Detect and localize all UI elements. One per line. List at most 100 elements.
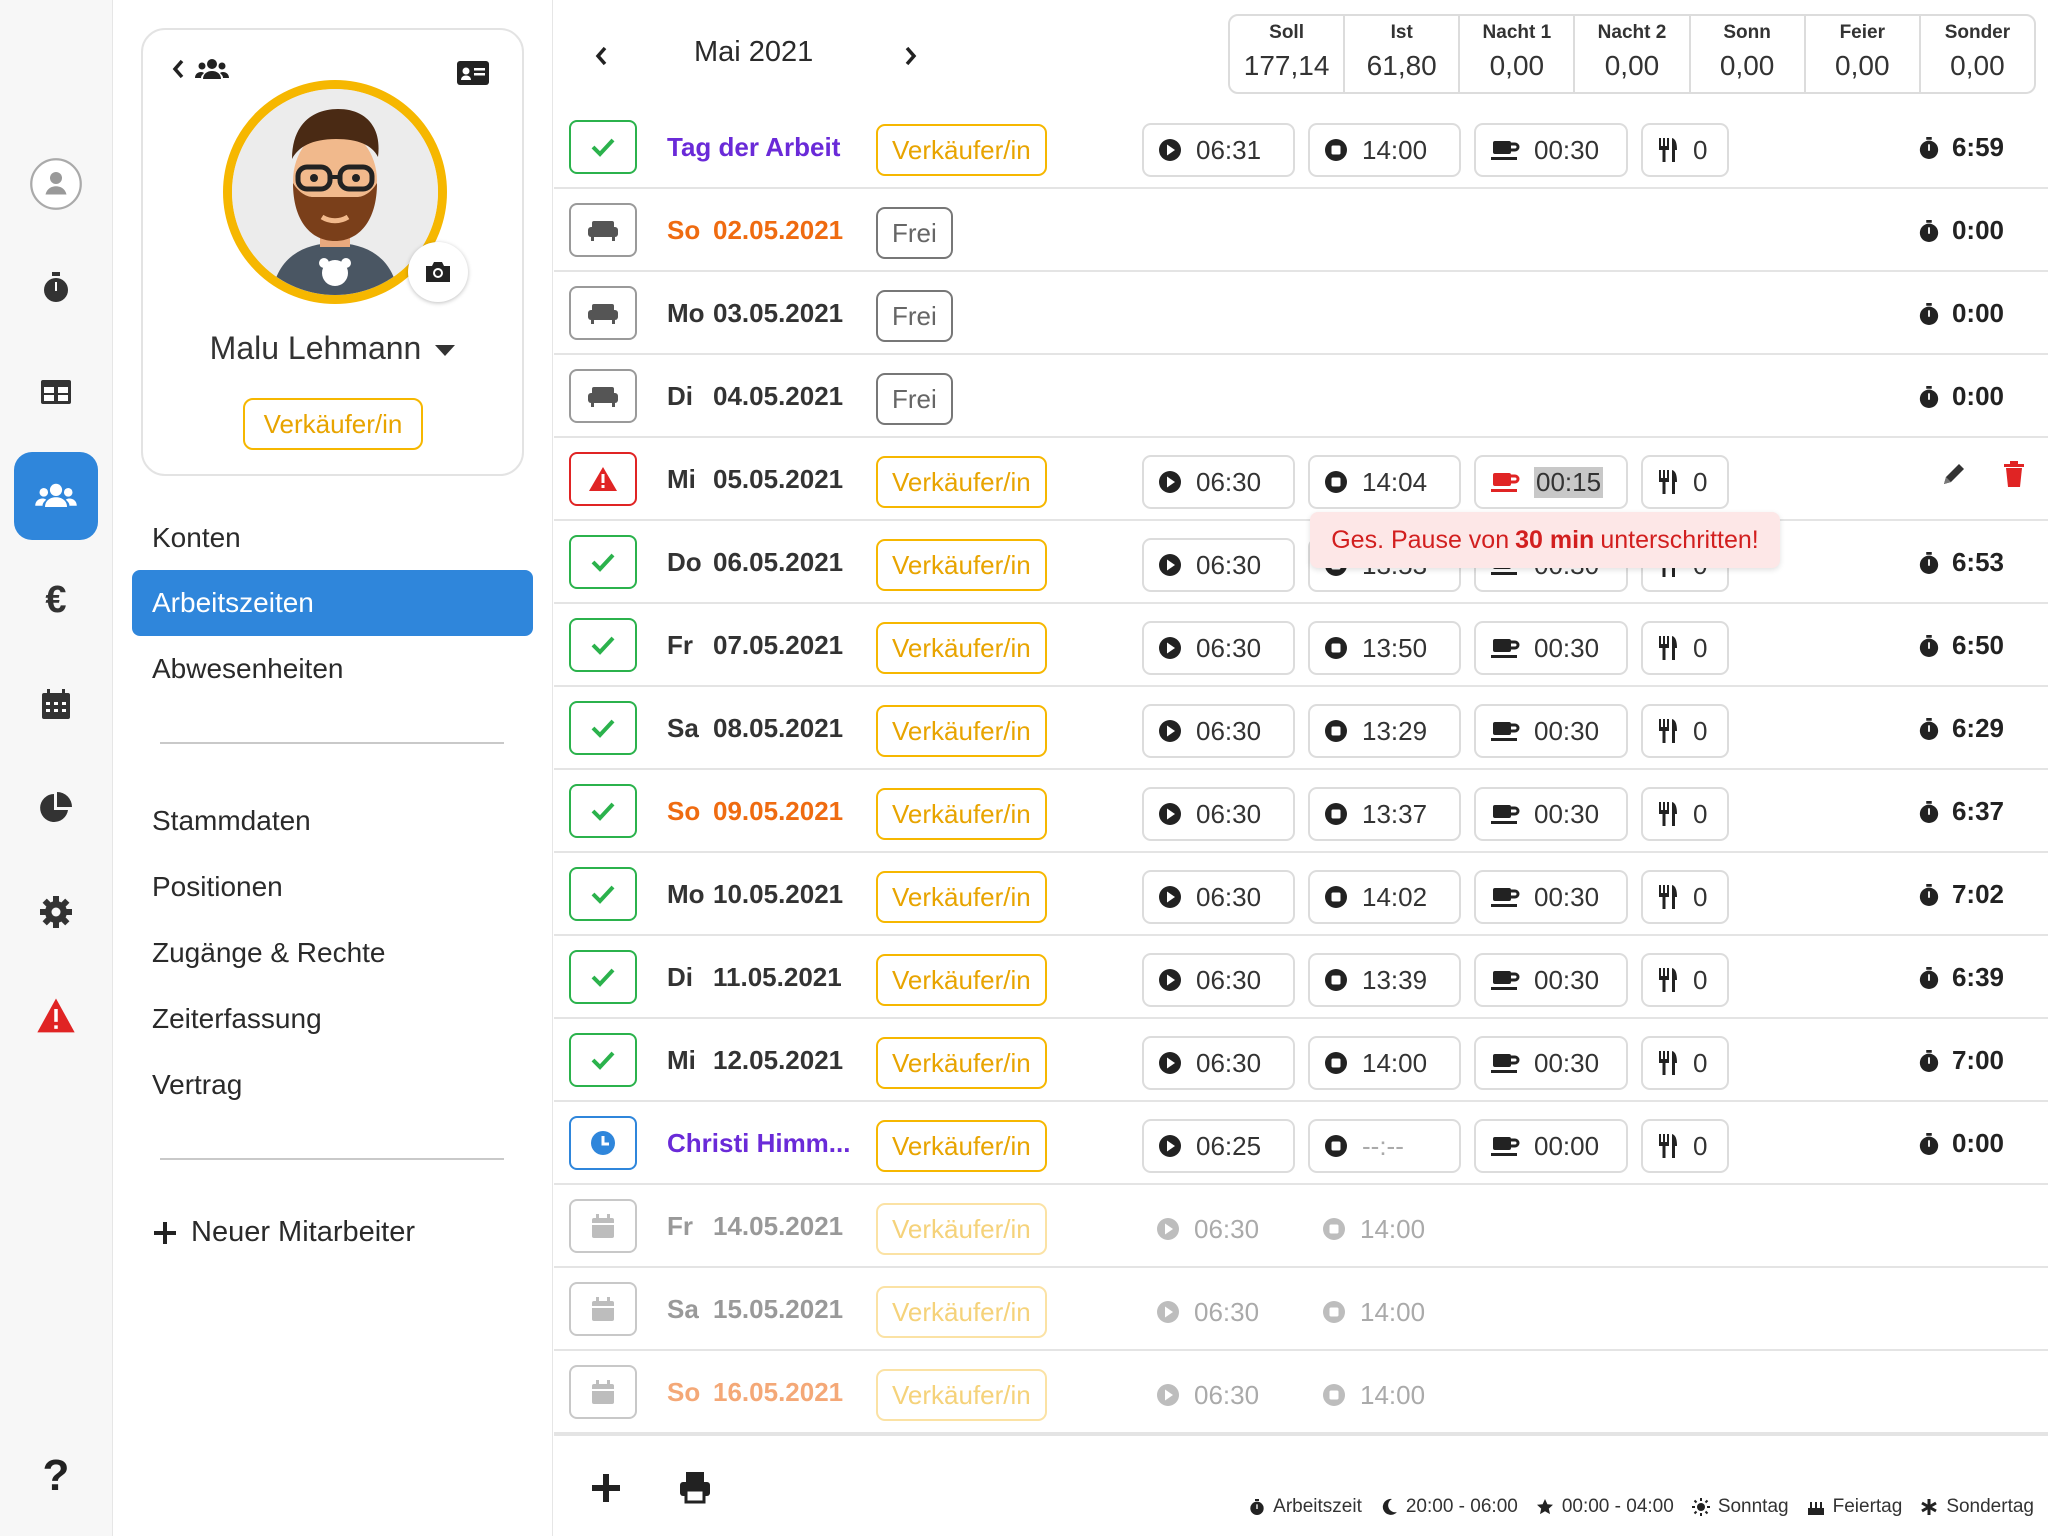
break-field[interactable]: 00:15: [1474, 455, 1628, 509]
table-row[interactable]: So 09.05.2021 Verkäufer/in 06:30 13:37 00:30 0…: [554, 770, 2048, 853]
table-row[interactable]: Mo 03.05.2021 Frei 0:00: [554, 272, 2048, 355]
row-status[interactable]: [569, 452, 637, 506]
table-row[interactable]: Christi Himm... Verkäufer/in 06:25 --:-- 00:…: [554, 1102, 2048, 1185]
menu-vertrag[interactable]: Vertrag: [132, 1052, 533, 1118]
position-badge[interactable]: Verkäufer/in: [876, 871, 1047, 923]
row-status[interactable]: [569, 1116, 637, 1170]
menu-konten[interactable]: Konten: [132, 505, 533, 571]
position-badge[interactable]: Verkäufer/in: [876, 788, 1047, 840]
change-photo-button[interactable]: [408, 242, 468, 302]
row-status[interactable]: [569, 120, 637, 174]
position-badge[interactable]: Verkäufer/in: [876, 622, 1047, 674]
position-badge[interactable]: Verkäufer/in: [876, 1120, 1047, 1172]
position-badge[interactable]: Frei: [876, 207, 953, 259]
end-time-field[interactable]: 14:04: [1308, 455, 1461, 509]
row-status[interactable]: [569, 203, 637, 257]
end-time-field[interactable]: 14:00: [1308, 1036, 1461, 1090]
table-row[interactable]: Fr 14.05.2021 Verkäufer/in 06:30 14:00: [554, 1185, 2048, 1268]
next-month-button[interactable]: [902, 44, 920, 68]
rail-settings[interactable]: [14, 868, 98, 956]
start-time-field[interactable]: 06:31: [1142, 123, 1295, 177]
rail-employees[interactable]: [14, 452, 98, 540]
new-employee-button[interactable]: Neuer Mitarbeiter: [153, 1216, 415, 1249]
start-time-field[interactable]: 06:30: [1142, 704, 1295, 758]
id-card-button[interactable]: [456, 60, 490, 91]
meal-field[interactable]: 0: [1641, 123, 1729, 177]
meal-field[interactable]: 0: [1641, 1036, 1729, 1090]
delete-button[interactable]: [2002, 460, 2026, 493]
position-badge[interactable]: Verkäufer/in: [876, 1203, 1047, 1255]
meal-field[interactable]: 0: [1641, 953, 1729, 1007]
start-time-field[interactable]: 06:30: [1142, 1036, 1295, 1090]
start-time-field[interactable]: 06:30: [1142, 953, 1295, 1007]
position-badge[interactable]: Verkäufer/in: [876, 539, 1047, 591]
rail-profile[interactable]: [14, 140, 98, 228]
position-badge[interactable]: Verkäufer/in: [876, 1037, 1047, 1089]
table-row[interactable]: Di 11.05.2021 Verkäufer/in 06:30 13:39 00:30 0…: [554, 936, 2048, 1019]
break-field[interactable]: 00:30: [1474, 870, 1628, 924]
end-time-field[interactable]: 13:29: [1308, 704, 1461, 758]
end-time-field[interactable]: 14:00: [1308, 1285, 1461, 1339]
row-status[interactable]: [569, 286, 637, 340]
table-row[interactable]: Sa 15.05.2021 Verkäufer/in 06:30 14:00: [554, 1268, 2048, 1351]
menu-arbeitszeiten[interactable]: Arbeitszeiten: [132, 570, 533, 636]
end-time-field[interactable]: 14:02: [1308, 870, 1461, 924]
menu-positionen[interactable]: Positionen: [132, 854, 533, 920]
position-badge[interactable]: Verkäufer/in: [876, 1286, 1047, 1338]
start-time-field[interactable]: 06:30: [1142, 870, 1295, 924]
start-time-field[interactable]: 06:30: [1142, 538, 1295, 592]
position-badge[interactable]: Verkäufer/in: [876, 705, 1047, 757]
position-badge[interactable]: Verkäufer/in: [876, 1369, 1047, 1421]
end-time-field[interactable]: 13:50: [1308, 621, 1461, 675]
edit-button[interactable]: [1940, 460, 1968, 493]
table-row[interactable]: Mi 05.05.2021 Verkäufer/in 06:30 14:04 00:15 0: [554, 438, 2048, 521]
end-time-field[interactable]: 14:00: [1308, 1202, 1461, 1256]
start-time-field[interactable]: 06:30: [1142, 1368, 1295, 1422]
rail-finance[interactable]: €: [14, 556, 98, 644]
table-row[interactable]: So 02.05.2021 Frei 0:00: [554, 189, 2048, 272]
print-button[interactable]: [678, 1470, 712, 1504]
end-time-field[interactable]: 14:00: [1308, 1368, 1461, 1422]
end-time-field[interactable]: 13:39: [1308, 953, 1461, 1007]
end-time-field[interactable]: 13:37: [1308, 787, 1461, 841]
start-time-field[interactable]: 06:30: [1142, 455, 1295, 509]
end-time-field[interactable]: --:--: [1308, 1119, 1461, 1173]
start-time-field[interactable]: 06:30: [1142, 1285, 1295, 1339]
add-entry-button[interactable]: [590, 1472, 622, 1504]
start-time-field[interactable]: 06:30: [1142, 1202, 1295, 1256]
row-status[interactable]: [569, 701, 637, 755]
table-row[interactable]: Mi 12.05.2021 Verkäufer/in 06:30 14:00 00:30 0…: [554, 1019, 2048, 1102]
position-badge[interactable]: Frei: [876, 290, 953, 342]
break-field[interactable]: 00:30: [1474, 1036, 1628, 1090]
meal-field[interactable]: 0: [1641, 787, 1729, 841]
table-row[interactable]: Mo 10.05.2021 Verkäufer/in 06:30 14:02 00:30 0…: [554, 853, 2048, 936]
row-status[interactable]: [569, 867, 637, 921]
meal-field[interactable]: 0: [1641, 621, 1729, 675]
meal-field[interactable]: 0: [1641, 1119, 1729, 1173]
start-time-field[interactable]: 06:30: [1142, 787, 1295, 841]
table-row[interactable]: Sa 08.05.2021 Verkäufer/in 06:30 13:29 00:30 0…: [554, 687, 2048, 770]
table-row[interactable]: Di 04.05.2021 Frei 0:00: [554, 355, 2048, 438]
table-row[interactable]: Fr 07.05.2021 Verkäufer/in 06:30 13:50 00:30 0…: [554, 604, 2048, 687]
row-status[interactable]: [569, 535, 637, 589]
position-badge[interactable]: Frei: [876, 373, 953, 425]
position-badge[interactable]: Verkäufer/in: [876, 124, 1047, 176]
prev-month-button[interactable]: [592, 44, 610, 68]
rail-table[interactable]: [14, 348, 98, 436]
row-status[interactable]: [569, 1199, 637, 1253]
start-time-field[interactable]: 06:25: [1142, 1119, 1295, 1173]
break-field[interactable]: 00:30: [1474, 621, 1628, 675]
back-to-team-button[interactable]: [171, 56, 231, 82]
end-time-field[interactable]: 14:00: [1308, 123, 1461, 177]
menu-abwesenheiten[interactable]: Abwesenheiten: [132, 636, 533, 702]
position-badge[interactable]: Verkäufer/in: [876, 954, 1047, 1006]
row-status[interactable]: [569, 1365, 637, 1419]
table-row[interactable]: Tag der Arbeit Verkäufer/in 06:31 14:00 00:3…: [554, 106, 2048, 189]
row-status[interactable]: [569, 618, 637, 672]
rail-reports[interactable]: [14, 764, 98, 852]
break-field[interactable]: 00:30: [1474, 787, 1628, 841]
table-row[interactable]: Do06.05.2021Verkäufer/in06:3013:5300:300…: [554, 521, 2048, 604]
meal-field[interactable]: 0: [1641, 870, 1729, 924]
position-badge[interactable]: Verkäufer/in: [876, 456, 1047, 508]
meal-field[interactable]: 0: [1641, 704, 1729, 758]
